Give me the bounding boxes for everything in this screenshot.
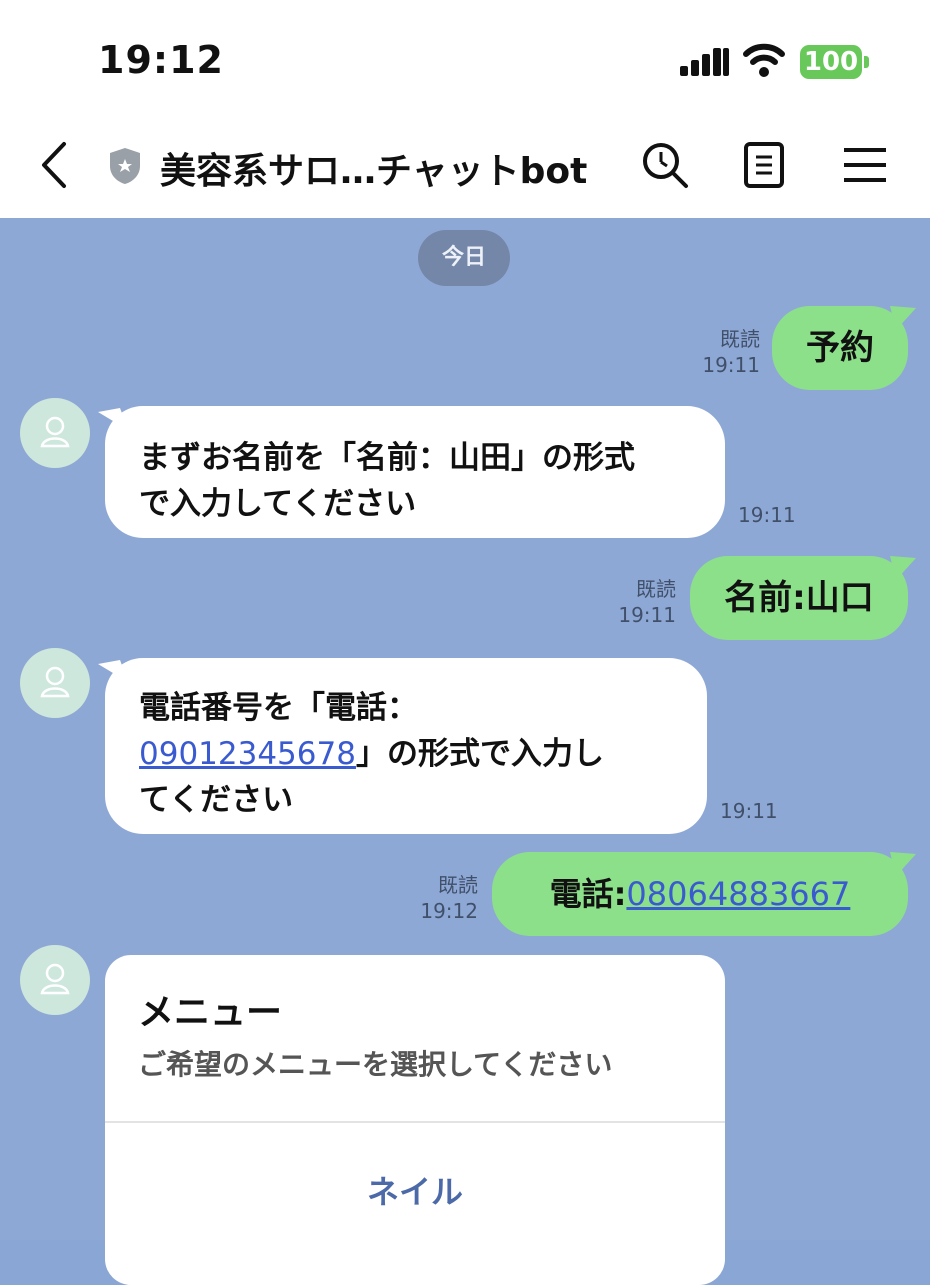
user-silhouette-icon bbox=[40, 963, 70, 995]
shield-icon bbox=[110, 148, 140, 184]
chat-area[interactable]: 今日 既読 19:11 予約 まずお名前を「名前：山田」の形式 で入力してくださ… bbox=[0, 218, 930, 1285]
message-bubble-bot[interactable]: 電話番号を「電話： 09012345678」の形式で入力し てください bbox=[105, 658, 707, 834]
read-receipt: 既読 bbox=[636, 577, 676, 601]
message-bubble-me[interactable]: 名前:山口 bbox=[690, 556, 908, 640]
search-icon[interactable] bbox=[640, 140, 690, 190]
back-arrow-icon[interactable] bbox=[36, 140, 76, 190]
nail-menu-button[interactable]: ネイル bbox=[105, 1167, 725, 1213]
read-receipt: 既読 bbox=[720, 327, 760, 351]
card-title: メニュー bbox=[138, 992, 283, 1033]
bot-avatar[interactable] bbox=[20, 945, 90, 1015]
notes-icon[interactable] bbox=[740, 140, 790, 190]
bubble-tail bbox=[890, 556, 916, 580]
message-meta: 既読 19:12 bbox=[408, 872, 478, 924]
message-time: 19:11 bbox=[618, 603, 676, 627]
card-divider bbox=[105, 1121, 725, 1123]
message-time: 19:11 bbox=[720, 799, 778, 823]
message-text: で入力してください bbox=[139, 486, 417, 522]
phone-link[interactable]: 08064883667 bbox=[626, 875, 850, 913]
message-meta: 既読 19:11 bbox=[690, 326, 760, 378]
message-time: 19:11 bbox=[738, 503, 796, 527]
card-subtitle: ご希望のメニューを選択してください bbox=[138, 1048, 613, 1081]
read-receipt: 既読 bbox=[438, 873, 478, 897]
bot-avatar[interactable] bbox=[20, 648, 90, 718]
message-text: 電話: bbox=[549, 875, 627, 913]
message-text-line: 09012345678」の形式で入力し bbox=[139, 728, 604, 773]
battery-icon: 100 bbox=[800, 45, 862, 79]
date-divider: 今日 bbox=[418, 230, 510, 286]
user-silhouette-icon bbox=[40, 666, 70, 698]
message-meta: 既読 19:11 bbox=[606, 576, 676, 628]
chat-header: 美容系サロ…チャットbot bbox=[0, 110, 930, 218]
message-text: まずお名前を「名前：山田」の形式 bbox=[139, 440, 635, 476]
message-bubble-bot[interactable]: まずお名前を「名前：山田」の形式 で入力してください bbox=[105, 406, 725, 538]
message-bubble-me[interactable]: 電話:08064883667 bbox=[492, 852, 908, 936]
bubble-tail bbox=[890, 852, 916, 876]
bot-avatar[interactable] bbox=[20, 398, 90, 468]
user-silhouette-icon bbox=[40, 416, 70, 448]
message-text: 電話番号を「電話： bbox=[139, 690, 418, 726]
bubble-tail bbox=[890, 306, 916, 330]
menu-icon[interactable] bbox=[840, 140, 890, 190]
status-bar: 19:12 100 bbox=[0, 0, 930, 110]
battery-nub bbox=[864, 56, 869, 68]
message-bubble-me[interactable]: 予約 bbox=[772, 306, 908, 390]
message-text: 」の形式で入力し bbox=[355, 736, 604, 772]
menu-card: メニュー ご希望のメニューを選択してください ネイル bbox=[105, 955, 725, 1285]
message-text: てください bbox=[139, 782, 294, 818]
message-time: 19:12 bbox=[420, 899, 478, 923]
phone-link[interactable]: 09012345678 bbox=[139, 736, 356, 772]
cellular-signal-icon bbox=[680, 48, 729, 76]
message-time: 19:11 bbox=[702, 353, 760, 377]
chat-title: 美容系サロ…チャットbot bbox=[160, 151, 588, 192]
status-time: 19:12 bbox=[98, 38, 224, 82]
wifi-icon bbox=[743, 43, 785, 77]
